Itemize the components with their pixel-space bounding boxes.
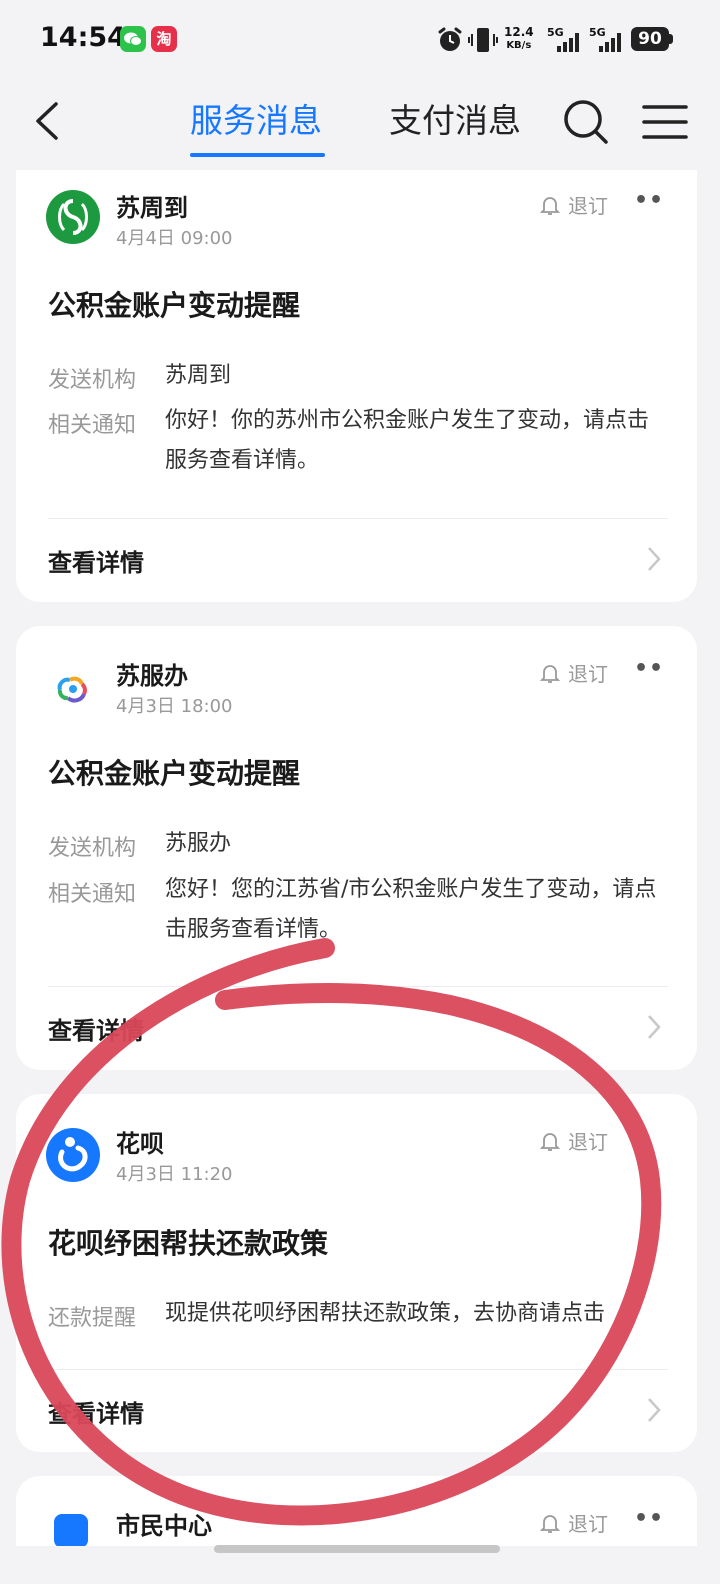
field-label: 还款提醒	[48, 1306, 137, 1331]
field-label: 相关通知	[48, 413, 137, 438]
wechat-icon	[120, 26, 146, 52]
message-time: 4月3日 11:20	[116, 1164, 233, 1185]
battery-tip	[669, 34, 673, 44]
unsubscribe-button[interactable]: 退订	[539, 1126, 608, 1155]
home-indicator[interactable]	[214, 1545, 500, 1553]
sender-avatar[interactable]	[46, 1128, 100, 1182]
unsubscribe-label: 退订	[568, 1512, 608, 1536]
speed-unit: KB/s	[506, 40, 532, 51]
suzhoudao-logo-icon	[58, 199, 88, 235]
unsubscribe-button[interactable]: 退订	[539, 1508, 608, 1537]
more-options-icon[interactable]: ••	[634, 656, 664, 681]
field-value: 你好！你的苏州市公积金账户发生了变动，请点击服务查看详情。	[165, 408, 650, 473]
divider	[48, 1369, 668, 1370]
field-value: 现提供花呗纾困帮扶还款政策，去协商请点击	[165, 1301, 606, 1326]
unsubscribe-label: 退订	[568, 1130, 608, 1154]
field-label: 发送机构	[48, 836, 137, 861]
network-speed: 12.4 KB/s	[504, 26, 534, 52]
message-card: 苏周到 4月4日 09:00 退订 •• 公积金账户变动提醒 发送机构 苏周到 …	[16, 170, 697, 602]
status-time: 14:54	[40, 22, 126, 53]
search-icon	[564, 100, 608, 144]
chevron-right-icon[interactable]	[644, 1012, 664, 1042]
field-label: 发送机构	[48, 368, 137, 393]
speed-value: 12.4	[504, 25, 534, 39]
message-time: 4月3日 18:00	[116, 696, 233, 717]
sender-avatar[interactable]	[46, 660, 100, 714]
more-options-icon[interactable]: ••	[634, 188, 664, 213]
view-details-link[interactable]: 查看详情	[48, 1394, 144, 1429]
sender-name[interactable]: 市民中心	[116, 1506, 212, 1541]
battery-level: 90	[631, 27, 669, 51]
view-details-link[interactable]: 查看详情	[48, 1011, 144, 1046]
field-value: 苏服办	[165, 831, 232, 856]
divider	[48, 986, 668, 987]
bell-icon	[539, 665, 561, 683]
sender-name[interactable]: 苏服办	[116, 656, 188, 691]
sender-avatar[interactable]	[46, 190, 100, 244]
field-label: 相关通知	[48, 882, 137, 907]
back-button[interactable]	[26, 98, 72, 144]
hamburger-menu-icon	[642, 105, 688, 139]
chevron-left-icon	[36, 102, 58, 140]
unsubscribe-button[interactable]: 退订	[539, 658, 608, 687]
message-time: 4月4日 09:00	[116, 228, 233, 249]
chevron-right-icon[interactable]	[644, 1395, 664, 1425]
message-card: 花呗 4月3日 11:20 退订 花呗纾困帮扶还款政策 还款提醒 现提供花呗纾困…	[16, 1094, 697, 1452]
sufuban-logo-icon	[57, 676, 87, 703]
unsubscribe-label: 退订	[568, 662, 608, 686]
chevron-right-icon[interactable]	[644, 544, 664, 574]
message-title: 公积金账户变动提醒	[48, 289, 301, 322]
active-tab-indicator	[190, 153, 325, 157]
signal-icon-1	[557, 33, 579, 52]
top-nav: 服务消息 支付消息	[0, 80, 720, 170]
huabei-logo-icon	[58, 1137, 88, 1172]
divider	[48, 518, 668, 519]
field-value: 您好！您的江苏省/市公积金账户发生了变动，请点击服务查看详情。	[165, 877, 657, 942]
alarm-icon	[438, 27, 462, 51]
message-card: 市民中心 退订 ••	[16, 1476, 697, 1546]
bell-icon	[539, 1133, 561, 1151]
message-card: 苏服办 4月3日 18:00 退订 •• 公积金账户变动提醒 发送机构 苏服办 …	[16, 626, 697, 1070]
search-button[interactable]	[560, 96, 610, 146]
unsubscribe-button[interactable]: 退订	[539, 190, 608, 219]
unsubscribe-label: 退订	[568, 194, 608, 218]
vibrate-icon	[468, 28, 498, 52]
message-title: 公积金账户变动提醒	[48, 757, 301, 790]
status-bar: 14:54 淘 12.4 KB/s 5G 5G 90	[0, 0, 720, 80]
signal-icon-2	[599, 33, 621, 52]
more-options-icon[interactable]: ••	[634, 1506, 664, 1531]
sender-avatar[interactable]	[54, 1514, 88, 1546]
menu-button[interactable]	[642, 102, 688, 142]
tab-service-messages[interactable]: 服务消息	[190, 94, 322, 142]
sender-name[interactable]: 花呗	[116, 1124, 164, 1159]
field-value: 苏周到	[165, 363, 232, 388]
sender-name[interactable]: 苏周到	[116, 188, 188, 223]
bell-icon	[539, 197, 561, 215]
tab-payment-messages[interactable]: 支付消息	[389, 94, 521, 142]
view-details-link[interactable]: 查看详情	[48, 543, 144, 578]
message-title: 花呗纾困帮扶还款政策	[48, 1227, 329, 1260]
bell-icon	[539, 1515, 561, 1533]
taobao-icon: 淘	[151, 26, 177, 52]
